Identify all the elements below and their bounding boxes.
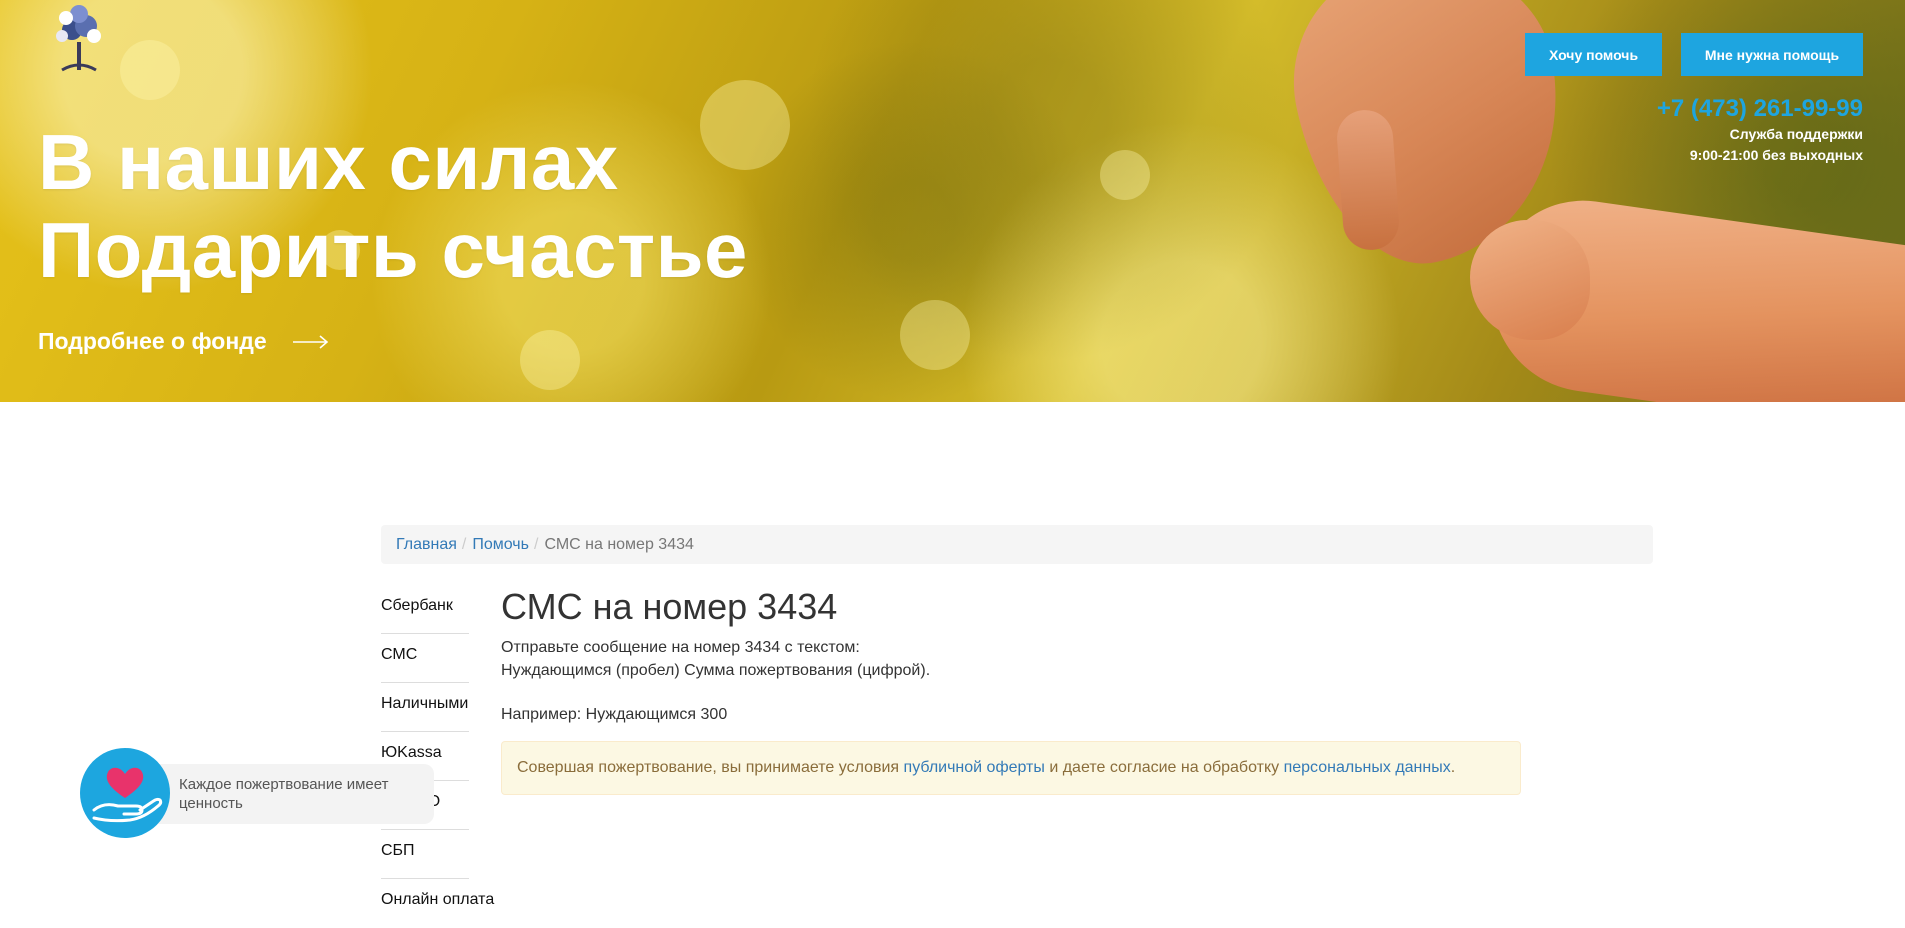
need-help-button[interactable]: Мне нужна помощь [1681,33,1863,76]
breadcrumb-current: СМС на номер 3434 [544,535,694,553]
alert-text-after: . [1450,759,1456,776]
sms-example: Например: Нуждающимся 300 [501,706,728,723]
arrow-right-icon [292,334,328,349]
adult-finger [1335,108,1401,252]
breadcrumb: Главная / Помочь / СМС на номер 3434 [381,525,1653,564]
nav-item-sberbank[interactable]: Сбербанк [381,585,469,634]
child-hand [1470,220,1590,340]
nav-item-sbp[interactable]: СБП [381,830,469,879]
headline-line-2: Подарить счастье [38,206,748,294]
support-label: Служба поддержки [1729,126,1863,142]
page-title: СМС на номер 3434 [501,586,838,627]
alert-text-before: Совершая пожертвование, вы принимаете ус… [517,759,904,776]
support-hours: 9:00-21:00 без выходных [1689,147,1863,163]
instruction-line-2: Нуждающимся (пробел) Сумма пожертвования… [501,662,931,679]
nav-item-cash[interactable]: Наличными [381,683,469,732]
breadcrumb-home[interactable]: Главная [396,536,457,554]
public-offer-link[interactable]: публичной оферты [904,759,1045,777]
donation-widget-text: Каждое пожертвование имеет ценность [179,776,389,812]
nav-item-online[interactable]: Онлайн оплата [381,879,494,928]
headline-line-1: В наших силах [38,118,619,206]
instruction-line-1: Отправьте сообщение на номер 3434 с текс… [501,639,860,656]
nav-item-sms[interactable]: СМС [381,634,469,683]
contact-block: +7 (473) 261-99-99 Служба поддержки 9:00… [1657,94,1863,166]
breadcrumb-help[interactable]: Помочь [472,536,529,554]
payment-methods-nav: Сбербанк СМС Наличными ЮKassa ВТБ ОО СБП… [381,585,494,928]
breadcrumb-separator: / [533,535,539,553]
about-fund-link[interactable]: Подробнее о фонде [38,328,329,355]
hero-banner: В наших силах Подарить счастье Подробнее… [0,0,1905,402]
breadcrumb-separator: / [461,535,467,553]
alert-text-middle: и даете согласие на обработку [1044,759,1284,776]
consent-alert: Совершая пожертвование, вы принимаете ус… [501,741,1521,795]
donation-widget-button[interactable] [80,748,170,838]
about-fund-label: Подробнее о фонде [38,328,267,354]
heart-hand-icon [92,767,163,823]
hero-headline: В наших силах Подарить счастье [38,118,748,294]
want-to-help-button[interactable]: Хочу помочь [1525,33,1662,76]
personal-data-link[interactable]: персональных данных [1284,759,1451,777]
tree-logo-icon[interactable] [42,0,116,72]
phone-number[interactable]: +7 (473) 261-99-99 [1657,94,1863,124]
sms-instructions: Отправьте сообщение на номер 3434 с текс… [501,636,930,682]
